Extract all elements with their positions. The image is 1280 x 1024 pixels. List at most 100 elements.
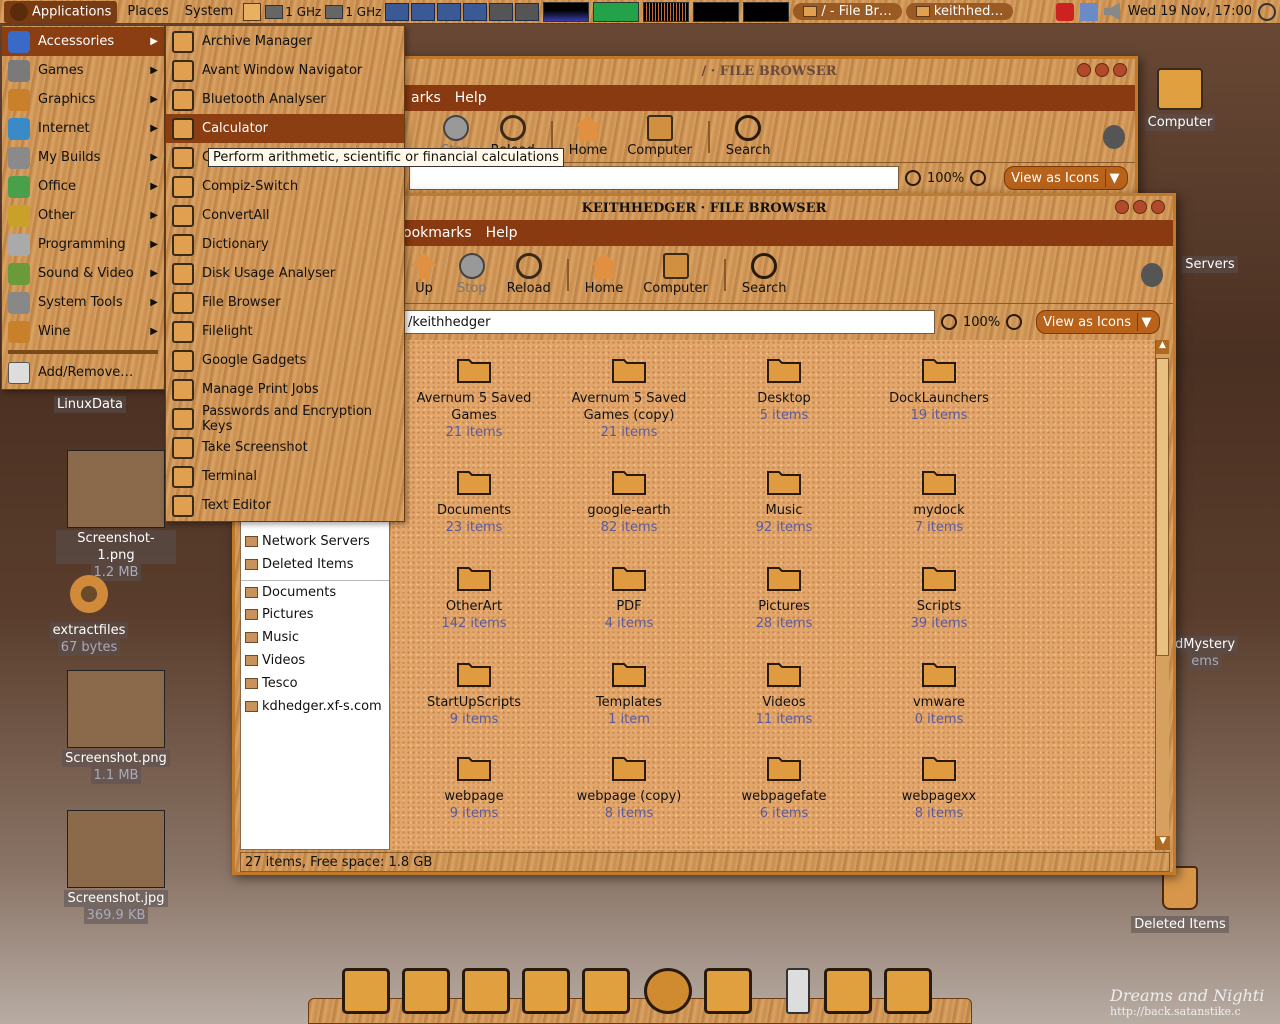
accessories-item-compiz-switch[interactable]: Compiz-Switch — [166, 172, 404, 201]
dock-editor-launcher[interactable] — [462, 968, 510, 1014]
search-button[interactable]: Search — [718, 115, 779, 158]
sidebar-item[interactable]: Videos — [241, 649, 389, 672]
desktop-screenshot-jpg[interactable]: Screenshot.jpg 369.9 KB — [56, 810, 176, 924]
file-item[interactable]: Scripts 39 items — [864, 562, 1014, 632]
applications-menu[interactable]: Applications — [4, 0, 118, 23]
computer-button[interactable]: Computer — [635, 253, 716, 296]
apps-menu-item-games[interactable]: Games ▶ — [2, 56, 164, 85]
apps-menu-item-sound-video[interactable]: Sound & Video ▶ — [2, 259, 164, 288]
desktop-extractfiles[interactable]: extractfiles 67 bytes — [44, 572, 134, 656]
view-as-select[interactable]: View as Icons ▼ — [1036, 310, 1160, 334]
file-item[interactable]: Videos 11 items — [709, 658, 859, 728]
accessories-item-terminal[interactable]: Terminal — [166, 462, 404, 491]
file-item[interactable]: StartUpScripts 9 items — [399, 658, 549, 728]
file-item[interactable]: mydock 7 items — [864, 466, 1014, 536]
apps-menu-item-system-tools[interactable]: System Tools ▶ — [2, 288, 164, 317]
workspace-5[interactable] — [489, 2, 514, 21]
dock-folder-launcher[interactable] — [582, 968, 630, 1014]
accessories-item-file-browser[interactable]: File Browser — [166, 288, 404, 317]
volume-icon[interactable] — [1103, 2, 1120, 21]
minimize-button[interactable] — [1077, 63, 1091, 77]
dock-folder-launcher[interactable] — [824, 968, 872, 1014]
file-item[interactable]: Music 92 items — [709, 466, 859, 536]
add-remove-item[interactable]: Add/Remove… — [2, 358, 164, 387]
file-item[interactable]: Desktop 5 items — [709, 354, 859, 424]
sidebar-item[interactable]: kdhedger.xf-s.com — [241, 695, 389, 718]
accessories-item-avant-window-navigator[interactable]: Avant Window Navigator — [166, 56, 404, 85]
accessories-item-filelight[interactable]: Filelight — [166, 317, 404, 346]
workspace-4[interactable] — [463, 2, 488, 21]
apps-menu-item-internet[interactable]: Internet ▶ — [2, 114, 164, 143]
maximize-button[interactable] — [1095, 63, 1109, 77]
desktop-deleted-items[interactable]: Deleted Items — [1130, 866, 1230, 933]
computer-button[interactable]: Computer — [619, 115, 700, 158]
desktop-computer[interactable]: Computer — [1140, 68, 1220, 131]
file-item[interactable]: Avernum 5 Saved Games 21 items — [399, 354, 549, 441]
scrollbar-thumb[interactable] — [1156, 358, 1169, 656]
reload-button[interactable]: Reload — [499, 253, 559, 296]
system-menu[interactable]: System — [179, 2, 239, 21]
file-item[interactable]: webpage (copy) 8 items — [554, 752, 704, 822]
back-window-titlebar[interactable]: / · FILE BROWSER — [403, 59, 1135, 83]
file-item[interactable]: webpagefate 6 items — [709, 752, 859, 822]
network-status-icon[interactable] — [1079, 2, 1098, 21]
zoom-in-icon[interactable] — [1006, 314, 1023, 330]
desktop-screenshot-1[interactable]: Screenshot-1.png 1.2 MB — [56, 450, 176, 581]
accessories-item-google-gadgets[interactable]: Google Gadgets — [166, 346, 404, 375]
home-button[interactable]: Home — [577, 253, 631, 296]
desktop-network-servers[interactable]: Servers — [1170, 256, 1250, 273]
scroll-up-arrow[interactable]: ▲ — [1156, 340, 1169, 354]
desktop-screenshot-png[interactable]: Screenshot.png 1.1 MB — [56, 670, 176, 784]
menu-bookmarks[interactable]: ookmarks — [403, 225, 472, 241]
location-input[interactable]: /keithhedger — [403, 310, 935, 334]
desktop-linuxdata[interactable]: LinuxData — [50, 396, 130, 413]
search-button[interactable]: Search — [734, 253, 795, 296]
workspace-2[interactable] — [411, 2, 436, 21]
apps-menu-item-other[interactable]: Other ▶ — [2, 201, 164, 230]
scroll-down-arrow[interactable]: ▼ — [1156, 836, 1170, 850]
accessories-item-disk-usage-analyser[interactable]: Disk Usage Analyser — [166, 259, 404, 288]
dock-globe-launcher[interactable] — [644, 968, 692, 1014]
vertical-scrollbar[interactable]: ▲ ▼ — [1155, 340, 1170, 850]
sidebar-item[interactable]: Network Servers — [241, 530, 389, 553]
menu-help[interactable]: Help — [486, 225, 518, 241]
dock-media-player-launcher[interactable] — [774, 968, 822, 1014]
back-location-input[interactable] — [409, 166, 899, 190]
accessories-item-text-editor[interactable]: Text Editor — [166, 491, 404, 520]
minimize-button[interactable] — [1115, 200, 1129, 214]
update-notifier-icon[interactable] — [1055, 2, 1074, 21]
file-item[interactable]: PDF 4 items — [554, 562, 704, 632]
maximize-button[interactable] — [1133, 200, 1147, 214]
file-item[interactable]: Avernum 5 Saved Games (copy) 21 items — [554, 354, 704, 441]
file-item[interactable]: Templates 1 item — [554, 658, 704, 728]
apps-menu-item-my-builds[interactable]: My Builds ▶ — [2, 143, 164, 172]
home-button[interactable]: Home — [561, 115, 615, 158]
sidebar-item[interactable]: Documents — [241, 580, 389, 603]
show-desktop-icon[interactable] — [243, 2, 262, 21]
close-button[interactable] — [1151, 200, 1165, 214]
dock-mail-launcher[interactable] — [704, 968, 752, 1014]
menu-help[interactable]: Help — [455, 90, 487, 106]
file-item[interactable]: webpagexx 8 items — [864, 752, 1014, 822]
sidebar-item[interactable]: Pictures — [241, 603, 389, 626]
dock-home-launcher[interactable] — [402, 968, 450, 1014]
close-button[interactable] — [1113, 63, 1127, 77]
zoom-out-icon[interactable] — [941, 314, 957, 330]
taskbar-file-browser-home[interactable]: keithhed… — [905, 3, 1014, 20]
file-item[interactable]: webpage 9 items — [399, 752, 549, 822]
file-item[interactable]: Pictures 28 items — [709, 562, 859, 632]
accessories-item-dictionary[interactable]: Dictionary — [166, 230, 404, 259]
sidebar-item[interactable]: Music — [241, 626, 389, 649]
workspace-3[interactable] — [437, 2, 462, 21]
accessories-item-passwords-and-encryption-keys[interactable]: Passwords and Encryption Keys — [166, 404, 404, 434]
power-icon[interactable] — [1258, 2, 1276, 21]
apps-menu-item-programming[interactable]: Programming ▶ — [2, 230, 164, 259]
zoom-in-icon[interactable] — [970, 170, 987, 186]
dock-folder-launcher[interactable] — [884, 968, 932, 1014]
dock-window-manager-launcher[interactable] — [342, 968, 390, 1014]
accessories-item-archive-manager[interactable]: Archive Manager — [166, 27, 404, 56]
accessories-item-convertall[interactable]: ConvertAll — [166, 201, 404, 230]
zoom-out-icon[interactable] — [905, 170, 921, 186]
workspace-switcher[interactable] — [385, 2, 540, 21]
taskbar-file-browser-root[interactable]: / - File Br… — [793, 3, 902, 20]
